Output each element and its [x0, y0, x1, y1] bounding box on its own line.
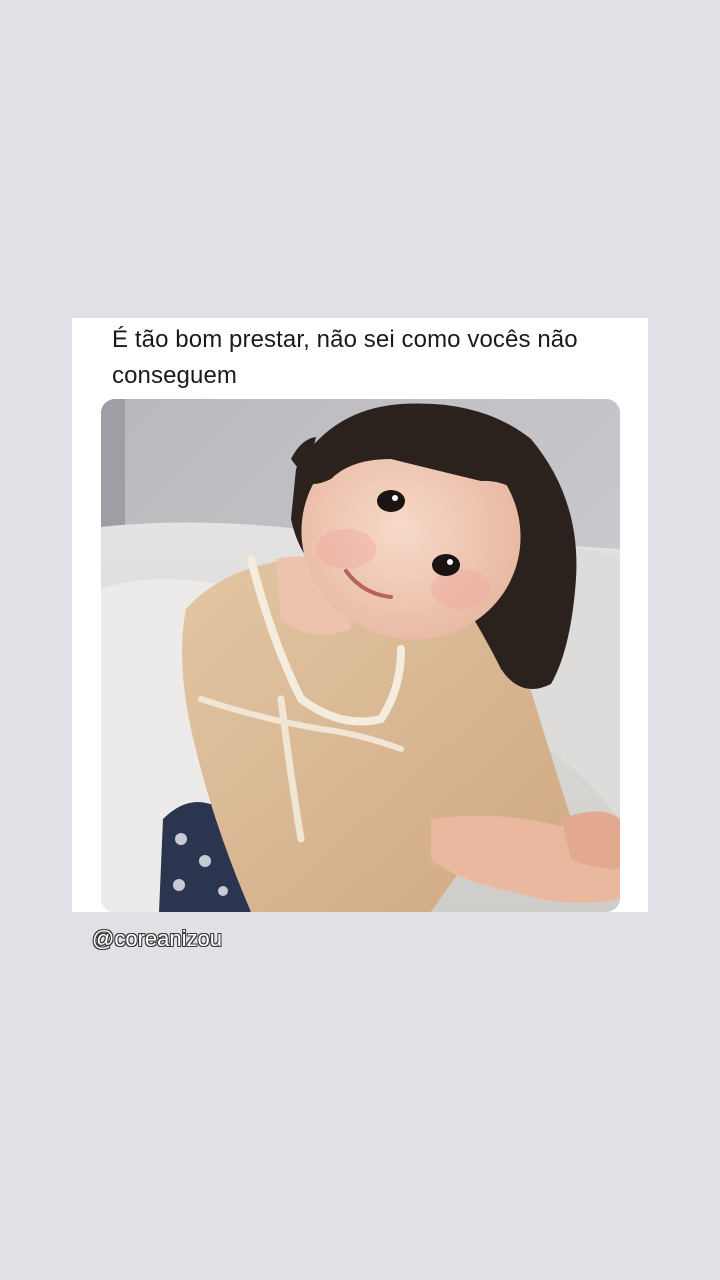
- story-canvas: É tão bom prestar, não sei como vocês nã…: [0, 0, 720, 1280]
- child-photo: [101, 399, 620, 912]
- username-tag[interactable]: @coreanizou: [92, 924, 222, 954]
- post-text: É tão bom prestar, não sei como vocês nã…: [112, 326, 578, 389]
- post-card: É tão bom prestar, não sei como vocês nã…: [72, 318, 648, 912]
- child-photo-illustration: [101, 399, 620, 912]
